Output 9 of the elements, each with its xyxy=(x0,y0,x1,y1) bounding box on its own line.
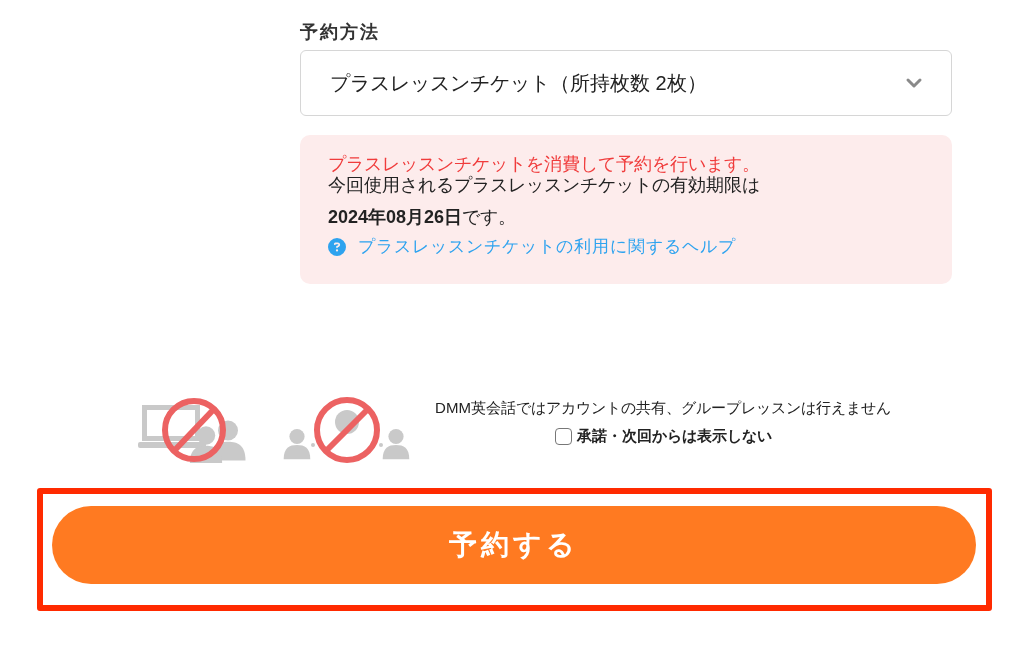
policy-text: DMM英会話ではアカウントの共有、グループレッスンは行えません xyxy=(435,398,891,418)
warning-text: プラスレッスンチケットを消費して予約を行います。 xyxy=(328,154,760,175)
help-icon xyxy=(328,237,346,256)
group-prohibited-icon xyxy=(283,395,410,465)
expiry-message: 今回使用されるプラスレッスンチケットの有効期限は 2024年08月26日です。 xyxy=(328,175,760,228)
checkbox[interactable] xyxy=(554,427,572,445)
field-label: 予約方法 xyxy=(300,22,381,42)
select-field[interactable]: プラスレッスンチケット（所持枚数 2枚） xyxy=(300,50,952,116)
checkbox-label[interactable]: 承諾・次回からは表示しない xyxy=(576,426,772,446)
